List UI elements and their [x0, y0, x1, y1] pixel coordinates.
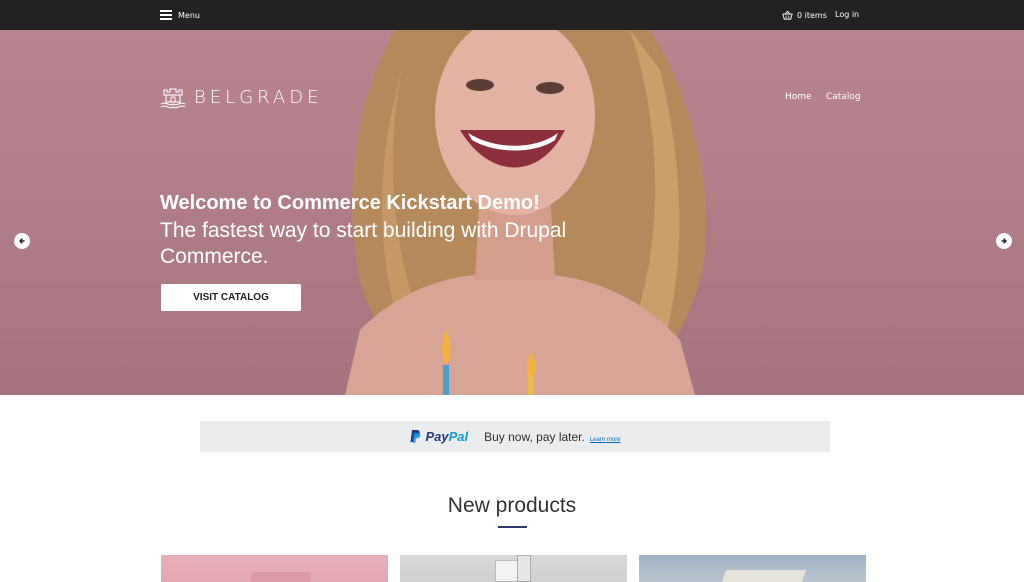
menu-label: Menu: [178, 10, 200, 20]
top-bar: Menu 0 items Log in: [0, 0, 1024, 30]
product-card[interactable]: [400, 555, 627, 582]
paypal-wordmark: PayPal: [425, 429, 469, 444]
product-image: [251, 572, 311, 582]
cart-count: 0 items: [797, 10, 827, 20]
nav-catalog[interactable]: Catalog: [826, 90, 861, 104]
basket-icon: [782, 10, 793, 20]
menu-button[interactable]: Menu: [160, 6, 200, 24]
paypal-logo: PayPal: [409, 429, 468, 444]
slider-next-button[interactable]: [996, 233, 1012, 249]
arrow-right-icon: [1001, 238, 1007, 244]
paypal-p-icon: [410, 430, 421, 443]
slider-prev-button[interactable]: [14, 233, 30, 249]
nav-home[interactable]: Home: [785, 90, 812, 104]
product-image: [517, 555, 531, 582]
paypal-learn-more-link[interactable]: Learn more: [590, 437, 621, 443]
cart-link[interactable]: 0 items: [782, 7, 827, 23]
login-link[interactable]: Log in: [835, 7, 859, 23]
arrow-left-icon: [19, 238, 25, 244]
hero-subtitle: The fastest way to start building with D…: [160, 219, 567, 268]
paypal-banner[interactable]: PayPal Buy now, pay later. Learn more: [200, 421, 830, 452]
product-image: [721, 570, 807, 582]
product-card[interactable]: [161, 555, 388, 582]
brand-logo[interactable]: BELGRADE: [160, 84, 322, 110]
hero-slider: BELGRADE Home Catalog Welcome to Commerc…: [0, 30, 1024, 395]
paypal-message: Buy now, pay later. Learn more: [484, 430, 620, 444]
visit-catalog-button[interactable]: VISIT CATALOG: [161, 284, 301, 311]
brand-name: BELGRADE: [194, 86, 323, 108]
paypal-message-text: Buy now, pay later.: [484, 429, 585, 444]
castle-logo-icon: [160, 88, 186, 109]
hero-title: Welcome to Commerce Kickstart Demo!: [160, 192, 540, 214]
product-card[interactable]: [639, 555, 866, 582]
section-divider: [498, 526, 527, 528]
section-title: New products: [447, 494, 577, 517]
hamburger-icon: [160, 10, 172, 20]
